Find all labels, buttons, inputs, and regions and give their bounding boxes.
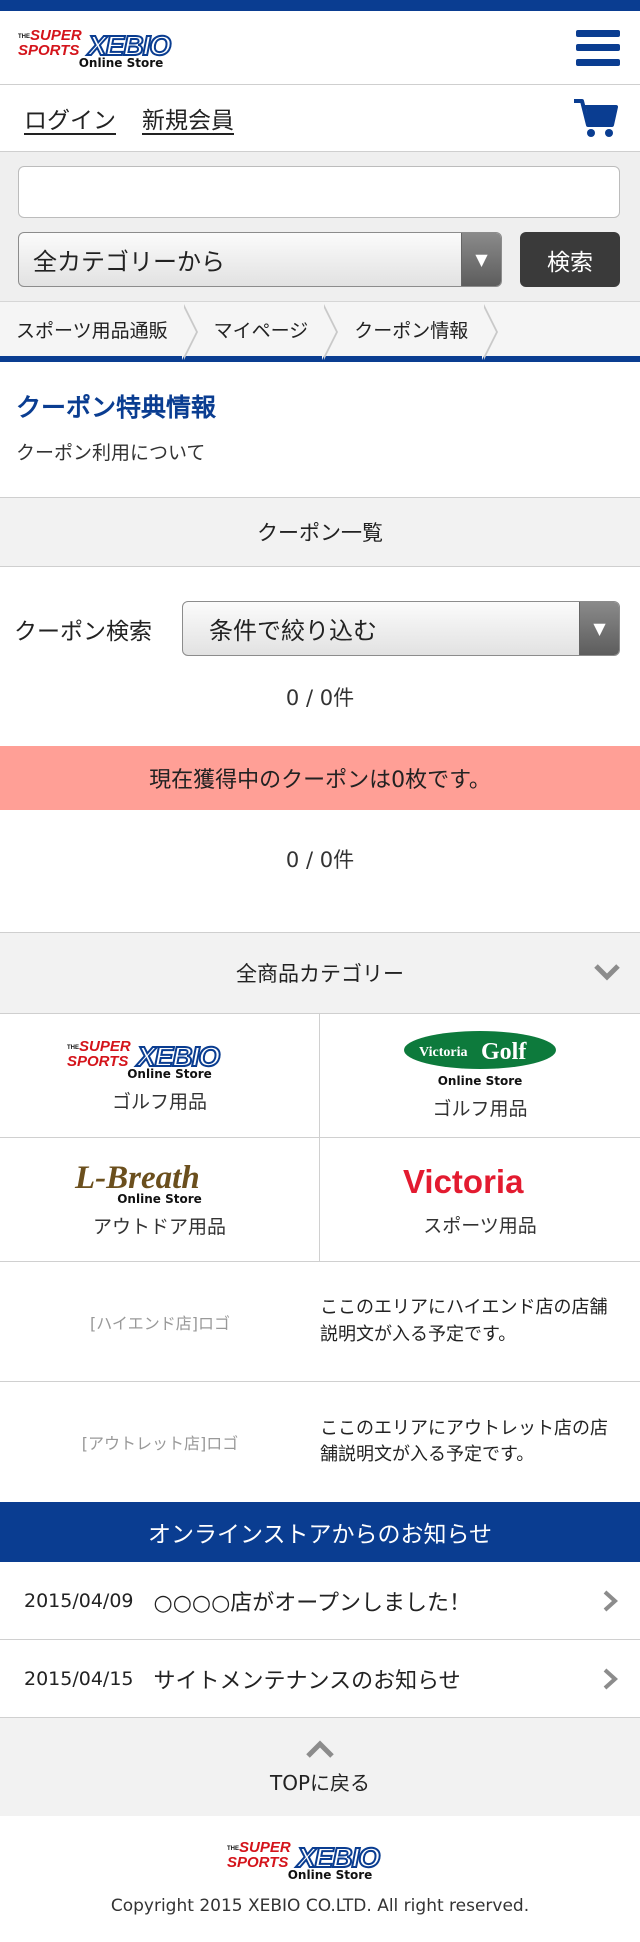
coupon-search-label: クーポン検索 (14, 618, 152, 645)
chevron-down-icon (594, 964, 620, 981)
site-header: THE SUPER SPORTS XEBIO Online Store (0, 11, 640, 85)
svg-text:XEBIO: XEBIO (135, 1041, 220, 1069)
back-to-top-label: TOPに戻る (269, 1770, 371, 1795)
l-breath-logo: L-Breath (74, 1160, 200, 1194)
svg-text:THE: THE (227, 1846, 239, 1852)
store-label: ゴルフ用品 (432, 1098, 528, 1120)
svg-text:THE: THE (67, 1045, 79, 1051)
chevron-right-icon (603, 1668, 618, 1690)
search-input[interactable] (18, 166, 620, 218)
footer-logo[interactable]: THE SUPER SPORTS XEBIO Online Store (225, 1838, 415, 1882)
svg-text:SPORTS: SPORTS (18, 42, 79, 58)
coupon-search: クーポン検索 条件で絞り込む ▼ (0, 567, 640, 656)
news-title: ○○○○店がオープンしました！ (153, 1590, 471, 1616)
page-title: クーポン特典情報 (16, 393, 217, 422)
svg-text:XEBIO: XEBIO (295, 1842, 380, 1870)
promo-description: ここのエリアにアウトレット店の店舗説明文が入る予定です。 (320, 1417, 608, 1465)
search-button[interactable]: 検索 (520, 232, 620, 287)
coupon-notice: 現在獲得中のクーポンは0枚です。 (0, 746, 640, 810)
logo-subtitle: Online Store (287, 1868, 373, 1882)
svg-text:Victoria: Victoria (403, 1163, 524, 1200)
news-item[interactable]: 2015/04/09 ○○○○店がオープンしました！ (0, 1562, 640, 1640)
store-xebio[interactable]: THE SUPER SPORTS XEBIO Online Store ゴルフ用… (0, 1014, 320, 1138)
svg-text:THE: THE (18, 34, 30, 40)
store-victoria-golf[interactable]: Victoria Golf Online Store ゴルフ用品 (320, 1014, 640, 1138)
chevron-right-icon (603, 1590, 618, 1612)
store-grid: THE SUPER SPORTS XEBIO Online Store ゴルフ用… (0, 1014, 640, 1262)
breadcrumb-item-coupon[interactable]: クーポン情報 (338, 302, 499, 360)
account-row: ログイン 新規会員 (0, 85, 640, 152)
back-to-top-button[interactable]: TOPに戻る (0, 1718, 640, 1816)
xebio-logo[interactable]: THE SUPER SPORTS XEBIO Online Store (16, 26, 206, 70)
promo-highend[interactable]: [ハイエンド店]ロゴ ここのエリアにハイエンド店の店舗説明文が入る予定です。 (0, 1262, 640, 1382)
top-stripe (0, 0, 640, 11)
login-link[interactable]: ログイン (24, 101, 116, 135)
store-label: アウトドア用品 (92, 1216, 226, 1238)
footer: THE SUPER SPORTS XEBIO Online Store Copy… (0, 1816, 640, 1916)
promo-description: ここのエリアにハイエンド店の店舗説明文が入る予定です。 (320, 1297, 608, 1345)
store-label: ゴルフ用品 (111, 1091, 207, 1113)
copyright: Copyright 2015 XEBIO CO.LTD. All right r… (110, 1896, 530, 1916)
store-l-breath[interactable]: L-Breath Online Store アウトドア用品 (0, 1138, 320, 1262)
coupon-filter-select[interactable]: 条件で絞り込む ▼ (182, 601, 620, 656)
news-date: 2015/04/15 (24, 1667, 134, 1690)
cart-icon[interactable] (572, 97, 618, 139)
breadcrumb: スポーツ用品通販 マイページ クーポン情報 (0, 302, 640, 362)
news-title: サイトメンテナンスのお知らせ (153, 1668, 461, 1694)
page-head: クーポン特典情報 クーポン利用について (0, 362, 640, 497)
category-select-value: 全カテゴリーから (33, 248, 225, 276)
dropdown-arrow-icon: ▼ (579, 602, 619, 655)
coupon-list-header: クーポン一覧 (0, 497, 640, 567)
outlet-logo-placeholder: [アウトレット店]ロゴ (81, 1434, 239, 1453)
svg-text:L-Breath: L-Breath (74, 1160, 200, 1194)
store-label: スポーツ用品 (423, 1215, 537, 1237)
svg-text:SPORTS: SPORTS (227, 1854, 288, 1870)
svg-text:Golf: Golf (481, 1039, 527, 1065)
victoria-logo: Victoria (403, 1163, 524, 1200)
dropdown-arrow-icon: ▼ (461, 233, 501, 286)
store-logo-sub: Online Store (127, 1067, 212, 1081)
all-categories-toggle[interactable]: 全商品カテゴリー (0, 932, 640, 1014)
logo-subtitle: Online Store (78, 55, 164, 70)
coupon-count-bottom: 0 / 0件 (285, 848, 355, 872)
store-victoria[interactable]: Victoria スポーツ用品 (320, 1138, 640, 1262)
breadcrumb-item-home[interactable]: スポーツ用品通販 (0, 302, 198, 360)
store-logo-sub: Online Store (117, 1192, 202, 1206)
xebio-logo-mark: THE SUPER SPORTS XEBIO (227, 1839, 382, 1870)
chevron-up-icon (306, 1739, 334, 1758)
menu-icon[interactable] (576, 29, 620, 66)
breadcrumb-item-mypage[interactable]: マイページ (198, 302, 339, 360)
victoria-golf-logo: Victoria Golf (404, 1031, 556, 1069)
svg-text:Victoria: Victoria (419, 1045, 467, 1060)
coupon-filter-value: 条件で絞り込む (209, 617, 377, 645)
news-item[interactable]: 2015/04/15 サイトメンテナンスのお知らせ (0, 1640, 640, 1718)
svg-text:XEBIO: XEBIO (86, 30, 171, 58)
search-area: 全カテゴリーから ▼ 検索 (0, 152, 640, 302)
svg-text:SPORTS: SPORTS (67, 1053, 128, 1069)
coupon-count-top: 0 / 0件 (285, 686, 355, 710)
news-header: オンラインストアからのお知らせ (0, 1502, 640, 1562)
news-date: 2015/04/09 (24, 1589, 134, 1612)
category-select[interactable]: 全カテゴリーから ▼ (18, 232, 502, 287)
coupon-usage-link[interactable]: クーポン利用について (16, 438, 624, 465)
highend-logo-placeholder: [ハイエンド店]ロゴ (89, 1313, 230, 1333)
promo-outlet[interactable]: [アウトレット店]ロゴ ここのエリアにアウトレット店の店舗説明文が入る予定です。 (0, 1382, 640, 1502)
xebio-logo: THE SUPER SPORTS XEBIO (67, 1038, 222, 1069)
register-link[interactable]: 新規会員 (142, 101, 234, 135)
xebio-logo-mark: THE SUPER SPORTS XEBIO (18, 27, 173, 58)
all-categories-label: 全商品カテゴリー (236, 962, 404, 986)
store-logo-sub: Online Store (437, 1074, 523, 1088)
